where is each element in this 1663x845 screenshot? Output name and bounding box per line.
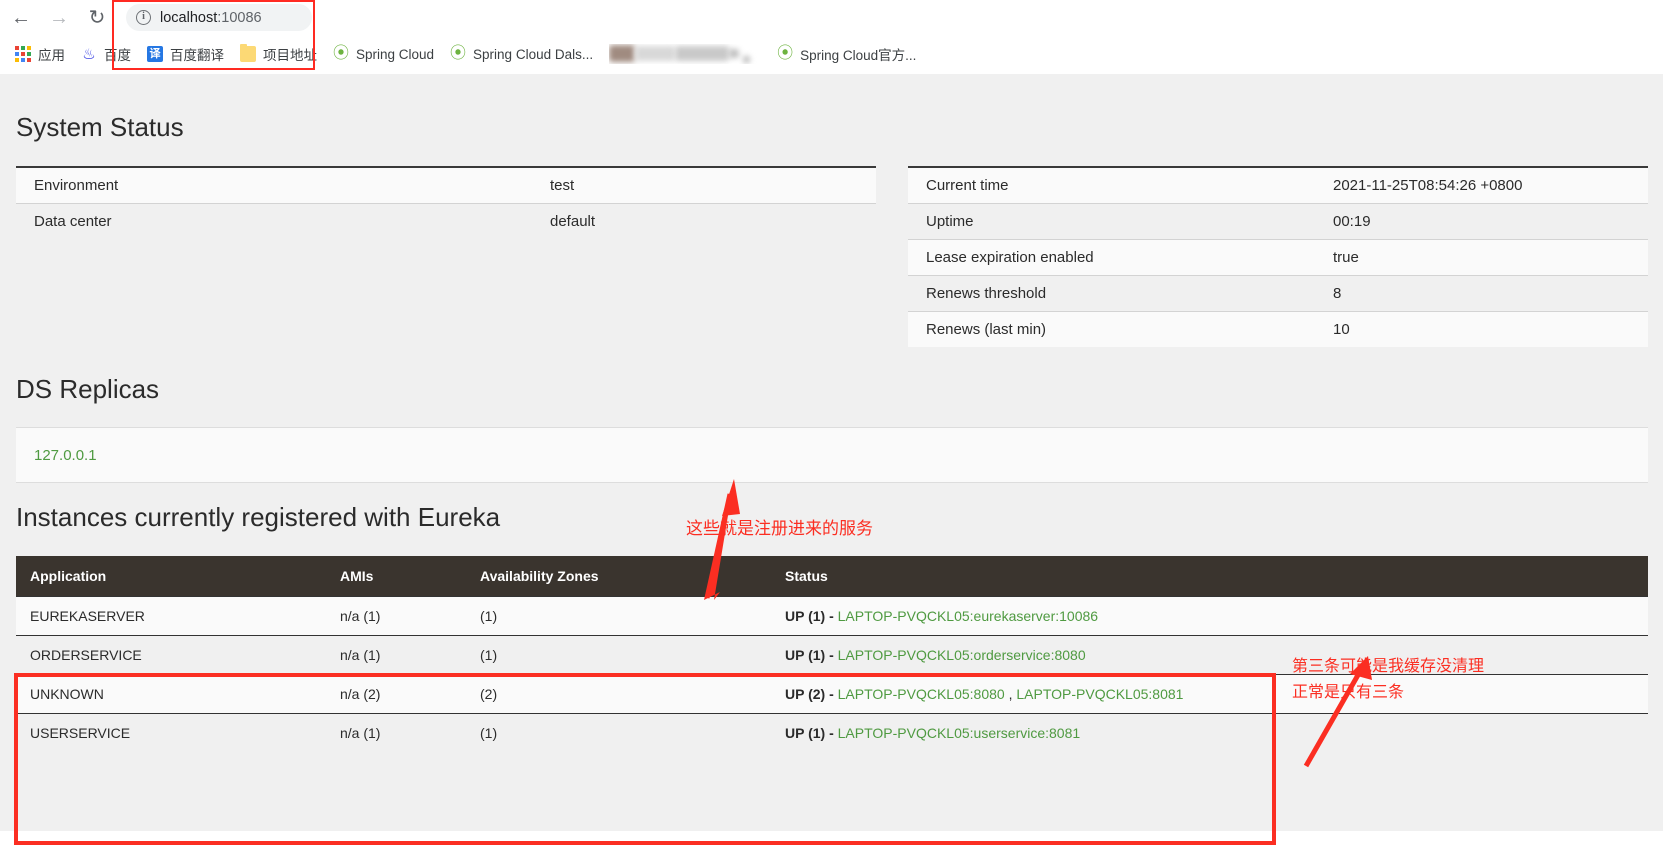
row-key: Renews (last min)	[908, 311, 1315, 347]
annotation-cache-note-line2: 正常是只有三条	[1292, 684, 1405, 701]
bookmark-baidu[interactable]: ♨ 百度	[74, 41, 138, 67]
status-text: UP (2) -	[785, 686, 838, 702]
annotation-cache-note-line1: 第三条可能是我缓存没清理	[1292, 658, 1485, 675]
system-status-title: System Status	[16, 112, 184, 142]
status-text: UP (1) -	[785, 608, 838, 624]
bookmark-baidu-translate[interactable]: 译 百度翻译	[140, 41, 231, 67]
system-status-left-table: Environment test Data center default	[16, 166, 876, 239]
link-separator: ,	[1004, 686, 1017, 702]
row-value: true	[1315, 239, 1648, 276]
row-value: 2021-11-25T08:54:26 +0800	[1315, 166, 1648, 204]
row-key: Renews threshold	[908, 275, 1315, 312]
spring-leaf-icon: ⦿	[777, 45, 794, 62]
column-header-amis[interactable]: AMIs	[326, 556, 466, 597]
bookmark-label: 应用	[38, 48, 65, 63]
table-row: Uptime 00:19	[908, 203, 1648, 240]
cell-amis: n/a (2)	[326, 674, 466, 714]
bookmarks-bar: 应用 ♨ 百度 译 百度翻译 项目地址 ⦿ Spring Cloud ⦿ Spr…	[0, 36, 1663, 72]
apps-grid-icon	[15, 46, 31, 62]
cell-zones: (2)	[466, 674, 771, 714]
back-icon[interactable]: ←	[4, 1, 38, 35]
cell-status: UP (1) - LAPTOP-PVQCKL05:eurekaserver:10…	[771, 596, 1648, 636]
browser-chrome: ← → ↻ i localhost:10086 应用 ♨ 百度 译 百度翻译 项…	[0, 0, 1663, 74]
ds-replicas-list: 127.0.0.1	[16, 427, 1648, 483]
bookmark-label: Spring Cloud	[356, 46, 435, 62]
blurred-bookmark-icon	[609, 44, 761, 64]
url-port: :10086	[217, 9, 262, 26]
bookmark-redacted[interactable]	[602, 41, 768, 67]
bookmark-project-url[interactable]: 项目地址	[233, 41, 324, 67]
table-row: USERSERVICE n/a (1) (1) UP (1) - LAPTOP-…	[16, 713, 1648, 752]
cell-application: ORDERSERVICE	[16, 635, 326, 675]
cell-status: UP (1) - LAPTOP-PVQCKL05:userservice:808…	[771, 713, 1648, 752]
cell-zones: (1)	[466, 713, 771, 752]
table-row: Renews (last min) 10	[908, 311, 1648, 347]
ds-replica-link[interactable]: 127.0.0.1	[34, 447, 97, 464]
reload-icon[interactable]: ↻	[80, 1, 114, 35]
table-row: Environment test	[16, 166, 876, 204]
system-status-right-table: Current time 2021-11-25T08:54:26 +0800 U…	[908, 166, 1648, 347]
instance-link[interactable]: LAPTOP-PVQCKL05:8080	[838, 686, 1005, 702]
row-value: 10	[1315, 311, 1648, 347]
bookmark-spring-cloud-official[interactable]: ⦿ Spring Cloud官方...	[770, 41, 923, 67]
bookmark-label: Spring Cloud Dals...	[473, 46, 594, 62]
row-value: 8	[1315, 275, 1648, 312]
bookmark-spring-cloud-dals[interactable]: ⦿ Spring Cloud Dals...	[443, 41, 600, 67]
info-circle-icon[interactable]: i	[136, 10, 151, 25]
annotation-services-note: 这些就是注册进来的服务	[686, 519, 873, 538]
table-header-row: Application AMIs Availability Zones Stat…	[16, 556, 1648, 597]
column-header-status[interactable]: Status	[771, 556, 1648, 597]
url-host: localhost	[160, 9, 218, 26]
cell-amis: n/a (1)	[326, 635, 466, 675]
column-header-availability-zones[interactable]: Availability Zones	[466, 556, 771, 597]
eureka-dashboard: System Status Environment test Data cent…	[0, 74, 1663, 845]
row-value: default	[532, 203, 876, 239]
row-key: Data center	[16, 203, 532, 239]
row-key: Environment	[16, 166, 532, 204]
instance-link[interactable]: LAPTOP-PVQCKL05:8081	[1016, 686, 1183, 702]
spring-leaf-icon: ⦿	[450, 45, 467, 62]
row-value: 00:19	[1315, 203, 1648, 240]
forward-icon[interactable]: →	[42, 1, 76, 35]
instances-title: Instances currently registered with Eure…	[16, 502, 501, 532]
translate-icon: 译	[147, 46, 163, 62]
instance-link[interactable]: LAPTOP-PVQCKL05:eurekaserver:10086	[838, 608, 1098, 624]
instance-link[interactable]: LAPTOP-PVQCKL05:userservice:8081	[838, 725, 1081, 741]
bookmark-label: Spring Cloud官方...	[800, 48, 917, 63]
row-key: Lease expiration enabled	[908, 239, 1315, 276]
cell-status: UP (1) - LAPTOP-PVQCKL05:orderservice:80…	[771, 635, 1648, 675]
table-row: EUREKASERVER n/a (1) (1) UP (1) - LAPTOP…	[16, 596, 1648, 636]
table-row: Lease expiration enabled true	[908, 239, 1648, 276]
baidu-paw-icon: ♨	[82, 45, 96, 63]
cell-application: EUREKASERVER	[16, 596, 326, 636]
cell-application: UNKNOWN	[16, 674, 326, 714]
cell-zones: (1)	[466, 596, 771, 636]
cell-amis: n/a (1)	[326, 596, 466, 636]
cell-status: UP (2) - LAPTOP-PVQCKL05:8080 , LAPTOP-P…	[771, 674, 1648, 714]
cell-amis: n/a (1)	[326, 713, 466, 752]
instance-link[interactable]: LAPTOP-PVQCKL05:orderservice:8080	[838, 647, 1086, 663]
bookmark-spring-cloud[interactable]: ⦿ Spring Cloud	[326, 41, 441, 67]
bookmark-label: 百度	[104, 48, 131, 63]
cell-application: USERSERVICE	[16, 713, 326, 752]
table-row: Current time 2021-11-25T08:54:26 +0800	[908, 166, 1648, 204]
row-key: Uptime	[908, 203, 1315, 240]
ds-replicas-title: DS Replicas	[16, 374, 160, 404]
cell-zones: (1)	[466, 635, 771, 675]
bookmark-apps[interactable]: 应用	[8, 41, 72, 67]
address-bar[interactable]: i localhost:10086	[126, 4, 312, 31]
table-row: Renews threshold 8	[908, 275, 1648, 312]
folder-icon	[240, 44, 256, 62]
row-key: Current time	[908, 166, 1315, 204]
status-text: UP (1) -	[785, 647, 838, 663]
bookmark-label: 百度翻译	[170, 48, 224, 63]
spring-leaf-icon: ⦿	[333, 45, 350, 62]
bookmark-label: 项目地址	[263, 48, 317, 63]
row-value: test	[532, 166, 876, 204]
status-text: UP (1) -	[785, 725, 838, 741]
column-header-application[interactable]: Application	[16, 556, 326, 597]
table-row: Data center default	[16, 203, 876, 239]
